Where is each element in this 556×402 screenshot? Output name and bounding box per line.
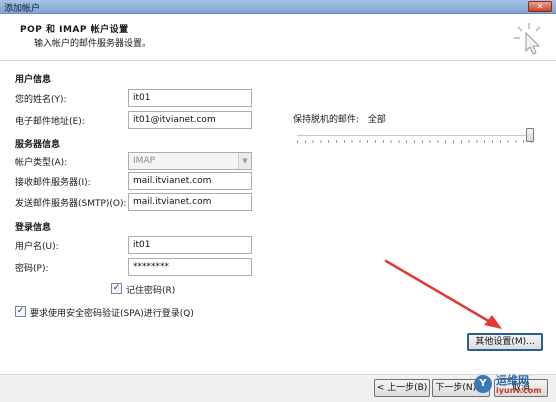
offline-slider-track[interactable] <box>297 135 533 137</box>
dialog-header: POP 和 IMAP 帐户设置 输入帐户的邮件服务器设置。 <box>0 15 556 61</box>
password-label: 密码(P): <box>15 264 49 274</box>
cursor-sparkle-icon <box>514 23 541 55</box>
watermark-url: iyunv.com <box>496 386 542 395</box>
offline-slider-ticks <box>297 140 533 143</box>
account-type-value: IMAP <box>133 156 156 166</box>
offline-mail-label: 保持脱机的邮件: 全部 <box>293 112 386 125</box>
user-info-heading: 用户信息 <box>15 75 52 85</box>
chevron-down-icon: ▼ <box>238 153 251 169</box>
more-settings-button[interactable]: 其他设置(M)... <box>467 333 543 351</box>
annotation-arrow-icon <box>384 259 502 329</box>
page-subtitle: 输入帐户的邮件服务器设置。 <box>34 39 152 49</box>
email-label: 电子邮件地址(E): <box>15 117 85 127</box>
spa-checkbox[interactable]: ✓ <box>15 306 26 317</box>
dialog-footer: < 上一步(B) 下一步(N) > 取消 <box>0 374 556 402</box>
incoming-server-field[interactable]: mail.itvianet.com <box>128 172 252 190</box>
outgoing-server-field[interactable]: mail.itvianet.com <box>128 193 252 211</box>
offline-mail-caption: 保持脱机的邮件: <box>293 115 360 125</box>
password-field[interactable]: ******** <box>128 258 252 276</box>
window-title-bar: 添加帐户 ✕ <box>0 0 556 14</box>
outgoing-server-label: 发送邮件服务器(SMTP)(O): <box>15 199 127 209</box>
email-field[interactable]: it01@itvianet.com <box>128 111 252 129</box>
username-label: 用户名(U): <box>15 242 59 252</box>
remember-password-checkbox[interactable]: ✓ <box>111 283 122 294</box>
name-label: 您的姓名(Y): <box>15 95 67 105</box>
spa-label: 要求使用安全密码验证(SPA)进行登录(Q) <box>30 309 194 319</box>
incoming-server-label: 接收邮件服务器(I): <box>15 178 91 188</box>
window-title: 添加帐户 <box>4 4 41 14</box>
offline-mail-value: 全部 <box>367 115 386 125</box>
username-field[interactable]: it01 <box>128 236 252 254</box>
offline-slider-thumb[interactable] <box>526 128 534 142</box>
login-info-heading: 登录信息 <box>15 223 52 233</box>
back-button[interactable]: < 上一步(B) <box>374 379 430 397</box>
watermark-logo: Y 运维网 iyunv.com <box>474 372 550 398</box>
server-info-heading: 服务器信息 <box>15 140 61 150</box>
account-type-select: IMAP ▼ <box>128 152 252 170</box>
account-type-label: 帐户类型(A): <box>15 158 68 168</box>
watermark-icon: Y <box>474 375 492 393</box>
name-field[interactable]: it01 <box>128 89 252 107</box>
remember-password-label: 记住密码(R) <box>126 286 176 296</box>
close-button[interactable]: ✕ <box>528 1 552 12</box>
page-title: POP 和 IMAP 帐户设置 <box>20 25 129 35</box>
